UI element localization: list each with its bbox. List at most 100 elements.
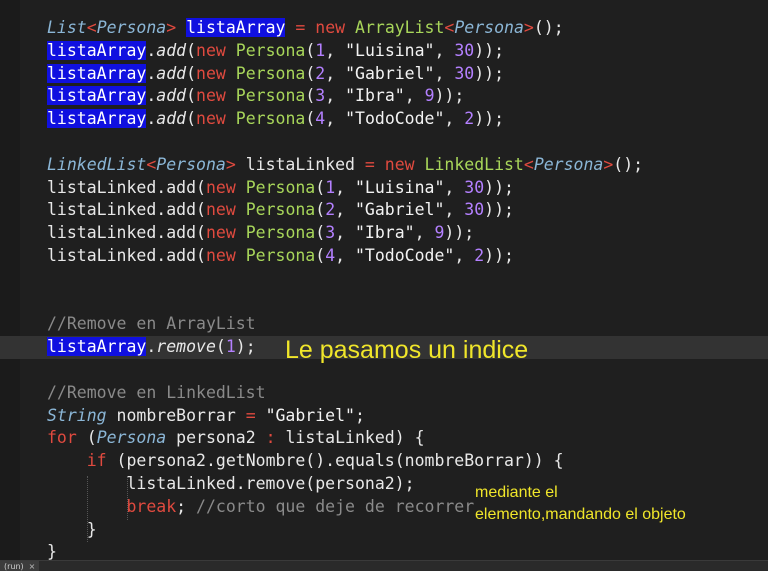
code-token: add: [156, 40, 187, 60]
code-token: "TodoCode": [355, 245, 455, 265]
code-token: new: [196, 109, 226, 129]
code-line[interactable]: for (Persona persona2 : listaLinked) {: [47, 427, 768, 450]
code-token: //Remove en ArrayList: [47, 314, 256, 334]
code-token: }: [47, 542, 57, 562]
code-token: (: [186, 109, 197, 129]
code-token: Persona: [96, 428, 167, 448]
code-line[interactable]: listaLinked.add(new Persona(1, "Luisina"…: [47, 177, 768, 200]
code-token: 2: [464, 109, 475, 129]
code-token: new: [384, 154, 415, 174]
code-token: ,: [444, 109, 465, 129]
tab-run[interactable]: (run) ×: [0, 561, 40, 571]
code-line[interactable]: listaArray.add(new Persona(4, "TodoCode"…: [47, 108, 768, 131]
code-editor[interactable]: List<Persona> listaArray = new ArrayList…: [0, 0, 768, 571]
code-token: if: [86, 451, 107, 471]
code-token: LinkedList: [424, 154, 524, 174]
code-token: "Gabriel": [265, 405, 355, 425]
code-token: new: [205, 223, 236, 243]
code-token: Persona: [245, 200, 316, 220]
code-token: "Ibra": [355, 223, 415, 243]
code-token: }: [47, 519, 97, 539]
code-line[interactable]: String nombreBorrar = "Gabriel";: [47, 405, 768, 428]
code-token: "Luisina": [345, 40, 435, 60]
code-token: for: [47, 428, 77, 448]
annotation-index: Le pasamos un indice: [285, 336, 529, 364]
code-token: .: [146, 86, 157, 106]
code-token: ));: [484, 245, 514, 265]
code-token: ,: [434, 63, 455, 83]
code-line[interactable]: listaArray.add(new Persona(1, "Luisina",…: [47, 40, 768, 63]
code-token: new: [196, 40, 226, 60]
code-token: 1: [325, 177, 336, 197]
code-token: 30: [464, 177, 485, 197]
code-token: ));: [444, 223, 475, 243]
code-token: 2: [315, 63, 326, 83]
code-token: <: [86, 18, 97, 37]
code-token: //corto que deje de recorrer: [196, 496, 475, 516]
highlighted-token: listaArray: [47, 86, 147, 106]
code-token: new: [196, 63, 226, 83]
code-token: =: [364, 154, 375, 174]
code-token: .: [146, 109, 157, 129]
code-token: <: [146, 154, 157, 174]
code-line[interactable]: [47, 268, 768, 291]
code-line[interactable]: [47, 131, 768, 154]
close-icon[interactable]: ×: [29, 562, 36, 571]
code-token: ));: [474, 40, 505, 60]
code-token: .: [146, 337, 157, 357]
code-line[interactable]: [47, 291, 768, 314]
code-token: ,: [325, 86, 346, 106]
code-line[interactable]: listaLinked.add(new Persona(2, "Gabriel"…: [47, 199, 768, 222]
code-line[interactable]: listaArray.add(new Persona(3, "Ibra", 9)…: [47, 85, 768, 108]
code-token: 9: [424, 86, 435, 106]
code-token: ,: [335, 177, 355, 197]
editor-gutter: [0, 0, 20, 560]
code-line[interactable]: //Remove en LinkedList: [47, 382, 768, 405]
code-token: Persona: [235, 109, 306, 129]
code-line[interactable]: if (persona2.getNombre().equals(nombreBo…: [47, 450, 768, 473]
code-token: listaLinked) {: [275, 428, 425, 448]
code-token: nombreBorrar: [106, 405, 246, 425]
annotation-object-line1: mediante el: [475, 484, 558, 501]
code-token: List: [47, 18, 87, 37]
code-token: 4: [325, 245, 336, 265]
code-token: Persona: [245, 177, 316, 197]
output-tab-bar: (run) ×: [0, 560, 768, 571]
code-token: ();: [533, 18, 564, 37]
code-line[interactable]: listaLinked.add(new Persona(3, "Ibra", 9…: [47, 222, 768, 245]
code-token: 30: [454, 40, 475, 60]
code-token: 9: [434, 223, 445, 243]
code-token: (: [305, 86, 316, 106]
highlighted-token: listaArray: [47, 337, 147, 357]
code-token: ));: [474, 63, 505, 83]
code-token: >: [523, 18, 534, 37]
code-token: );: [235, 337, 256, 357]
code-token: :: [265, 428, 276, 448]
code-token: 2: [325, 200, 336, 220]
code-token: ,: [335, 200, 355, 220]
code-token: "Ibra": [345, 86, 405, 106]
code-token: listaLinked.remove(persona2);: [47, 473, 415, 493]
code-line[interactable]: listaArray.add(new Persona(2, "Gabriel",…: [47, 63, 768, 86]
code-line[interactable]: LinkedList<Persona> listaLinked = new Li…: [47, 154, 768, 177]
code-token: .: [146, 40, 157, 60]
code-token: (: [186, 40, 197, 60]
annotation-object-line2: elemento,mandando el objeto: [475, 506, 686, 523]
code-line[interactable]: listaLinked.add(new Persona(4, "TodoCode…: [47, 245, 768, 268]
code-line[interactable]: List<Persona> listaArray = new ArrayList…: [47, 17, 768, 40]
code-token: //Remove en LinkedList: [47, 382, 266, 402]
code-token: 30: [454, 63, 475, 83]
code-token: ));: [434, 86, 465, 106]
code-line[interactable]: //Remove en ArrayList: [47, 313, 768, 336]
